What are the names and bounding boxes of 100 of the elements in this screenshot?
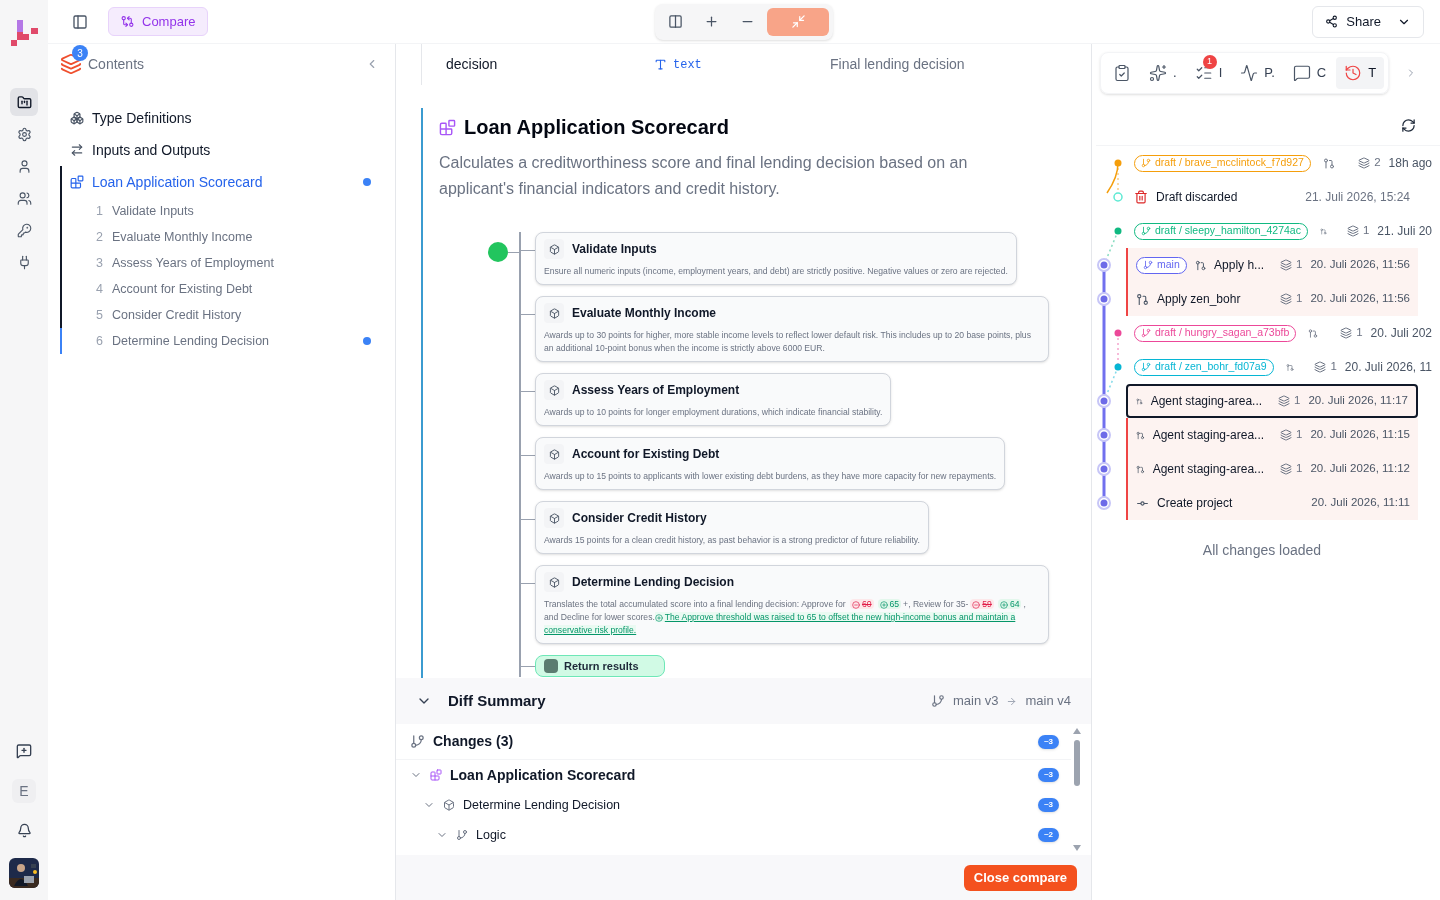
users-icon[interactable]: [16, 190, 32, 206]
contents-item[interactable]: Inputs and Outputs: [62, 134, 379, 166]
step-title: Evaluate Monthly Income: [572, 305, 717, 322]
branch-icon: [1141, 362, 1151, 372]
branch-row[interactable]: draft / zen_bohr_fd07a9 1 20. Juli 2026, 11: [1126, 350, 1440, 384]
step-card[interactable]: Validate Inputs Ensure all numeric inputs (income, employment years, and debt) are strictly positive. Negative values or zero are rejected.: [535, 232, 1017, 285]
start-node[interactable]: [488, 242, 508, 262]
workspace-avatar[interactable]: E: [12, 779, 36, 803]
blocks-icon: [430, 769, 442, 781]
panel-tab[interactable]: .: [1141, 57, 1185, 89]
step-title: Validate Inputs: [572, 241, 657, 258]
history-icon[interactable]: [1344, 64, 1363, 82]
contents-subitem[interactable]: 1 Validate Inputs: [60, 198, 379, 224]
folder-nav-button[interactable]: [10, 88, 38, 116]
contents-item[interactable]: Type Definitions: [62, 102, 379, 134]
history-label: Agent staging-area...: [1150, 393, 1263, 410]
key-icon[interactable]: [16, 222, 32, 238]
diff-tree-row[interactable]: Changes (3) ~3: [396, 724, 1071, 760]
timestamp: 18h ago: [1388, 155, 1432, 172]
settings-icon[interactable]: [16, 126, 32, 142]
branch-row[interactable]: draft / hungry_sagan_a73bfb 1 20. Juli 202: [1126, 316, 1440, 350]
commit-row[interactable]: Agent staging-area... 1 20. Juli 2026, 11:17: [1126, 384, 1418, 418]
history-label: Create project: [1157, 495, 1233, 512]
share-button[interactable]: Share: [1312, 5, 1424, 38]
branch-icon: [456, 829, 468, 841]
change-count: 1: [1296, 461, 1303, 477]
branch-icon: [1141, 328, 1151, 338]
contents-subitem[interactable]: 6 Determine Lending Decision: [60, 328, 379, 354]
change-count: 1: [1362, 223, 1370, 239]
diff-tree-row[interactable]: Logic ~2: [396, 820, 1071, 850]
panel-tab[interactable]: P.: [1232, 57, 1283, 89]
timestamp: 20. Juli 202: [1370, 325, 1432, 342]
step-card[interactable]: Assess Years of Employment Awards up to 10 points for longer employment durations, which indicate financial stability.: [535, 373, 892, 426]
step-description: Awards up to 30 points for higher, more stable income levels to reflect lower default risk. This includes up to 20 base points, plus an additional 10-point bonus when the income is strictly above 6000 EUR.: [544, 329, 1032, 355]
cube-icon: [548, 307, 560, 319]
commit-row[interactable]: Create project 20. Juli 2026, 11:11: [1126, 486, 1418, 520]
branch-row[interactable]: draft / sleepy_hamilton_4274ac 1 21. Juli 20: [1126, 214, 1440, 248]
step-card[interactable]: Consider Credit History Awards 15 points for a clean credit history, as past behavior is a strong predictor of future reliability.: [535, 501, 929, 554]
chat-icon[interactable]: [1292, 64, 1311, 82]
model-description: Calculates a creditworthiness score and final lending decision based on an applicant's financial indicators and credit history.: [439, 153, 969, 199]
history-label: Apply h...: [1214, 257, 1265, 274]
layers-icon: [1358, 157, 1371, 169]
sparkles-icon[interactable]: [1149, 64, 1167, 82]
compare-icon[interactable]: [121, 15, 134, 28]
history-row[interactable]: Draft discarded 21. Juli 2026, 15:24: [1126, 180, 1418, 214]
branch-icon: [410, 734, 425, 749]
field-type: text: [673, 56, 702, 74]
change-count: 1: [1330, 359, 1337, 375]
layers-icon: [1346, 225, 1359, 237]
step-card[interactable]: [535, 565, 1049, 644]
diff-tree-row[interactable]: Determine Lending Decision ~3: [396, 790, 1071, 820]
branch-tag: main: [1136, 256, 1187, 274]
panel-tab[interactable]: I 1: [1186, 57, 1231, 89]
blocks-icon[interactable]: [70, 175, 84, 189]
user-icon[interactable]: [16, 158, 32, 174]
added-icon: [654, 613, 663, 622]
diff-tree-row[interactable]: Loan Application Scorecard ~3: [396, 760, 1071, 790]
clipboard-icon[interactable]: [1113, 64, 1131, 82]
panel-tab[interactable]: T: [1336, 57, 1385, 89]
contents-subitem[interactable]: 3 Assess Years of Employment: [60, 250, 379, 276]
contents-subitem[interactable]: 5 Consider Credit History: [60, 302, 379, 328]
timestamp: 20. Juli 2026, 11:11: [1311, 495, 1410, 511]
activity-icon[interactable]: [1240, 64, 1259, 82]
branch-tag: draft / sleepy_hamilton_4274ac: [1134, 222, 1308, 240]
step-description: Awards 15 points for a clean credit history, as past behavior is a strong predictor of future reliability.: [544, 534, 920, 547]
change-count: 1: [1296, 291, 1303, 307]
compare-button[interactable]: Compare: [108, 7, 209, 36]
branch-row[interactable]: draft / brave_mcclintock_f7d927 2 18h ago: [1126, 146, 1440, 180]
plus-icon[interactable]: [703, 14, 719, 29]
commit-row[interactable]: Apply zen_bohr 1 20. Juli 2026, 11:56: [1126, 282, 1418, 316]
timestamp: 20. Juli 2026, 11:12: [1310, 461, 1410, 477]
timestamp: 20. Juli 2026, 11:15: [1310, 427, 1410, 443]
boxes-icon[interactable]: [70, 111, 84, 125]
share-icon[interactable]: [1325, 15, 1339, 28]
merge-icon: [1322, 156, 1335, 170]
notifications-icon[interactable]: [16, 823, 32, 838]
step-card[interactable]: [535, 296, 1049, 362]
contents-subitem[interactable]: 2 Evaluate Monthly Income: [60, 224, 379, 250]
columns-icon[interactable]: [667, 14, 683, 29]
feedback-icon[interactable]: [16, 743, 32, 759]
folder-icon[interactable]: [16, 94, 32, 110]
return-node[interactable]: Return results: [535, 655, 665, 677]
checklist-icon[interactable]: [1194, 64, 1213, 82]
step-card[interactable]: Account for Existing Debt Awards up to 15 points to applicants with lower existing debt burdens, as they have more capacity for new repayments.: [535, 437, 1006, 490]
commit-row[interactable]: Agent staging-area... 1 20. Juli 2026, 11:12: [1126, 452, 1418, 486]
refresh-icon[interactable]: [1401, 118, 1416, 133]
contents-item[interactable]: Loan Application Scorecard: [62, 166, 379, 198]
text-type-icon: [654, 58, 667, 71]
contents-subitem[interactable]: 4 Account for Existing Debt: [60, 276, 379, 302]
panel-tab[interactable]: C: [1284, 57, 1335, 89]
arrows-icon[interactable]: [70, 143, 84, 157]
layers-icon: [1340, 327, 1353, 339]
commit-row[interactable]: main Apply h... 1 20. Juli 2026, 11:56: [1126, 248, 1418, 282]
cube-icon: [548, 243, 560, 255]
model-title: Loan Application Scorecard: [464, 115, 729, 140]
field-name: decision: [446, 55, 499, 74]
commit-row[interactable]: Agent staging-area... 1 20. Juli 2026, 11:15: [1126, 418, 1418, 452]
sidebar-toggle-icon[interactable]: [72, 13, 88, 30]
merge-icon: [1308, 326, 1319, 340]
blocks-icon: [439, 118, 456, 136]
